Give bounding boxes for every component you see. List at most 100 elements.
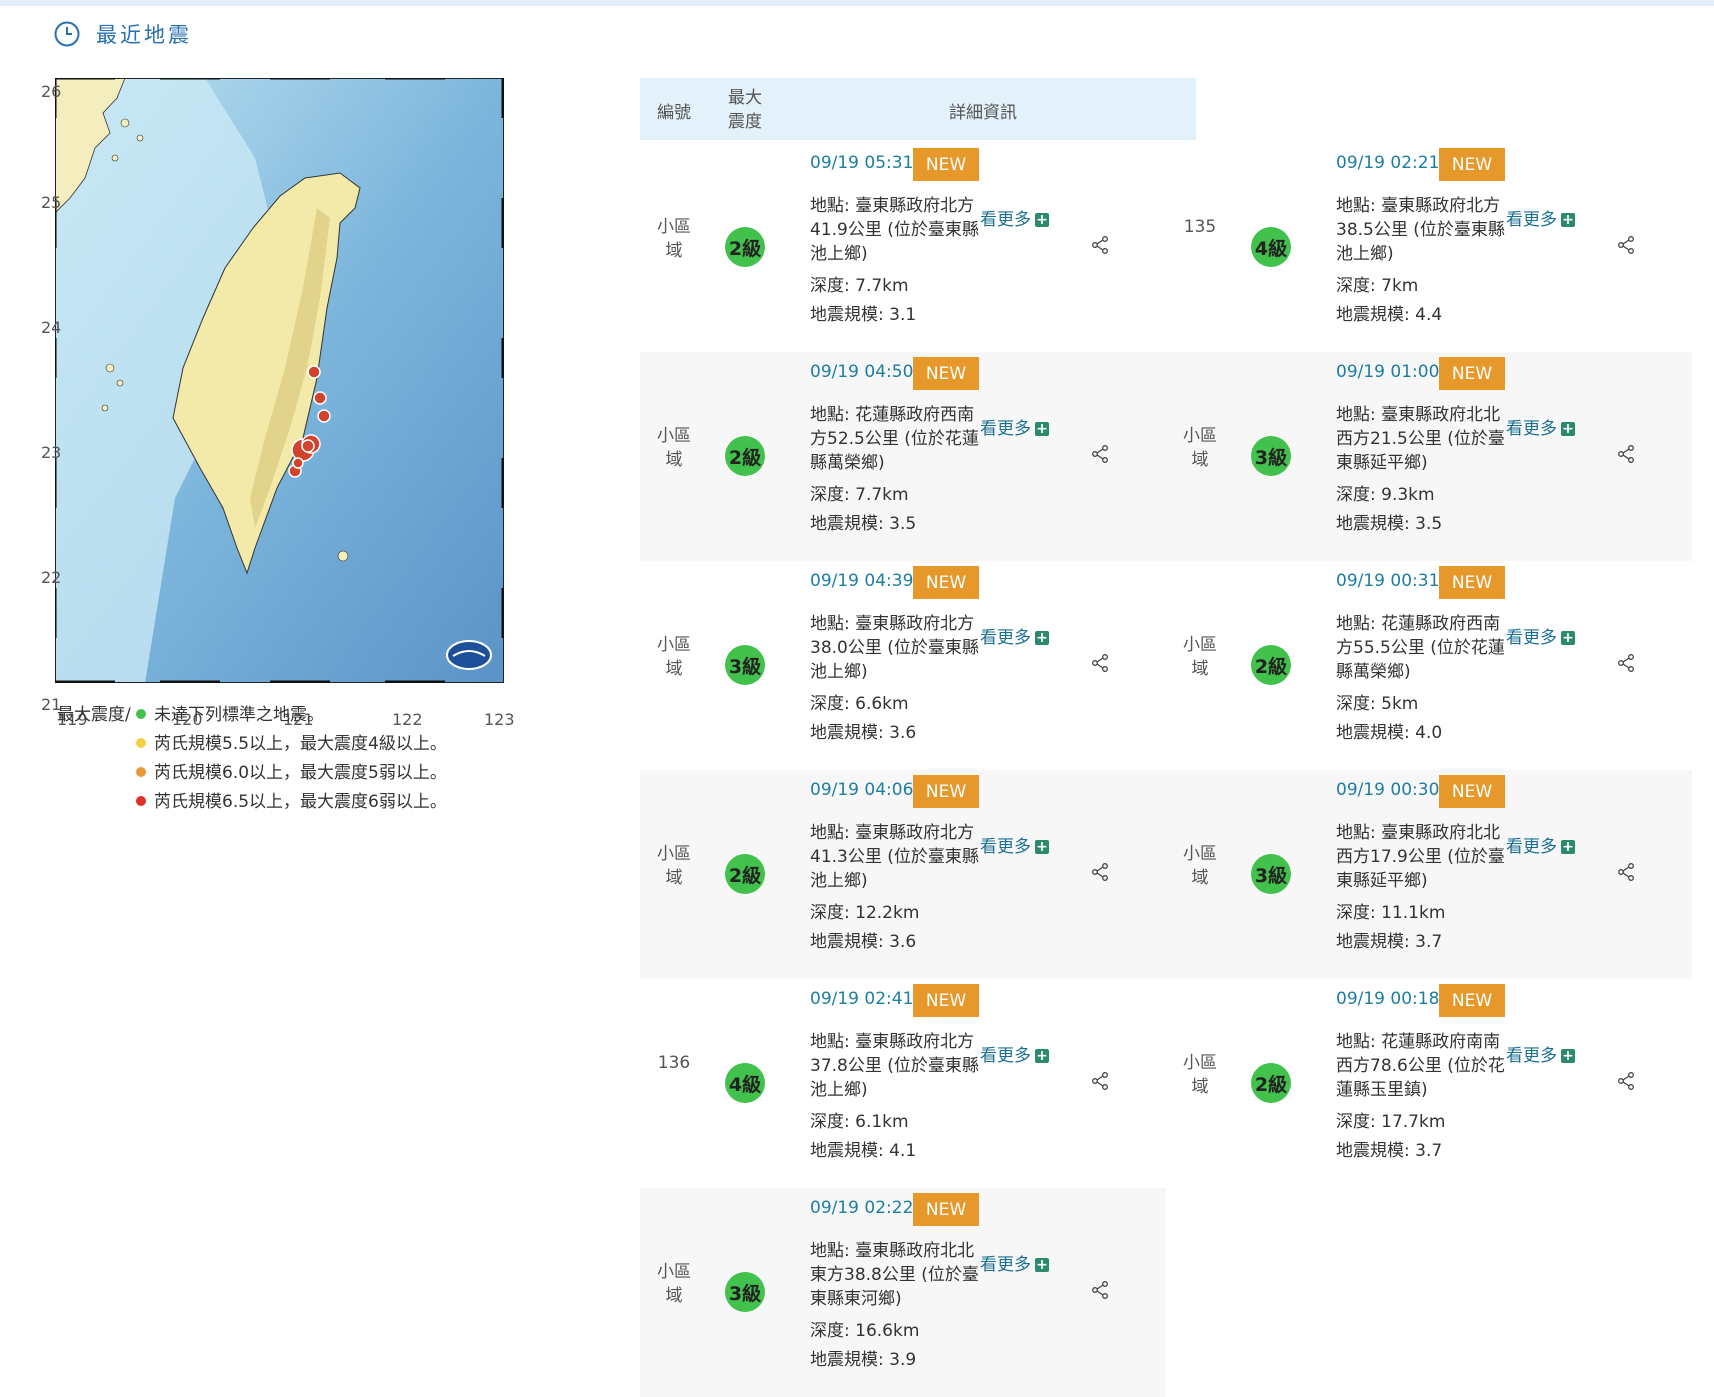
quake-depth: 深度: 6.6km xyxy=(810,694,909,714)
lon-label: 123 xyxy=(484,710,515,729)
earthquake-item[interactable]: 小區域 3級 09/19 01:00 NEW 地點: 臺東縣政府北北西方21.5… xyxy=(1166,352,1692,561)
see-more-link[interactable]: 看更多 + xyxy=(1506,414,1575,439)
earthquake-item[interactable]: 135 4級 09/19 02:21 NEW 地點: 臺東縣政府北方38.5公里… xyxy=(1166,143,1692,352)
quake-id: 小區域 xyxy=(1183,1053,1217,1097)
quake-id: 小區域 xyxy=(1183,635,1217,679)
intensity-badge: 2級 xyxy=(725,436,765,476)
see-more-link[interactable]: 看更多 + xyxy=(1506,832,1575,857)
see-more-link[interactable]: 看更多 + xyxy=(980,414,1049,439)
quake-id: 小區域 xyxy=(657,635,691,679)
share-icon[interactable] xyxy=(1090,444,1110,464)
quake-time: 09/19 04:06 xyxy=(810,780,914,800)
plus-icon: + xyxy=(1561,630,1575,646)
share-icon[interactable] xyxy=(1090,235,1110,255)
share-icon[interactable] xyxy=(1090,862,1110,882)
see-more-link[interactable]: 看更多 + xyxy=(1506,205,1575,230)
earthquake-item[interactable]: 小區域 2級 09/19 04:06 NEW 地點: 臺東縣政府北方41.3公里… xyxy=(640,770,1166,979)
quake-magnitude: 地震規模: 3.5 xyxy=(810,514,917,534)
quake-id: 小區域 xyxy=(657,426,691,470)
quake-depth: 深度: 12.2km xyxy=(810,903,920,923)
quake-depth: 深度: 17.7km xyxy=(1336,1112,1446,1132)
see-more-link[interactable]: 看更多 + xyxy=(980,832,1049,857)
quake-time: 09/19 00:31 xyxy=(1336,571,1440,591)
legend-dot xyxy=(136,709,146,719)
earthquake-item[interactable]: 小區域 2級 09/19 00:31 NEW 地點: 花蓮縣政府西南方55.5公… xyxy=(1166,561,1692,770)
quake-location: 地點: 臺東縣政府北方37.8公里 (位於臺東縣池上鄉) xyxy=(810,1032,979,1100)
quake-depth: 深度: 16.6km xyxy=(810,1321,920,1341)
quake-location: 地點: 花蓮縣政府西南方55.5公里 (位於花蓮縣萬榮鄉) xyxy=(1336,614,1505,682)
lat-label: 22 xyxy=(41,568,62,587)
earthquake-item[interactable]: 小區域 2級 09/19 04:50 NEW 地點: 花蓮縣政府西南方52.5公… xyxy=(640,352,1166,561)
see-more-link[interactable]: 看更多 + xyxy=(1506,623,1575,648)
legend-item: 未達下列標準之地震。 xyxy=(136,700,324,725)
earthquake-item[interactable]: 136 4級 09/19 02:41 NEW 地點: 臺東縣政府北方37.8公里… xyxy=(640,979,1166,1188)
new-badge: NEW xyxy=(1439,984,1505,1017)
legend-title: 最大震度/ xyxy=(57,705,131,725)
quake-location: 地點: 臺東縣政府北北西方21.5公里 (位於臺東縣延平鄉) xyxy=(1336,405,1505,473)
plus-icon: + xyxy=(1035,1048,1049,1064)
quake-magnitude: 地震規模: 3.5 xyxy=(1336,514,1443,534)
see-more-link[interactable]: 看更多 + xyxy=(980,623,1049,648)
quake-location: 地點: 臺東縣政府北方38.0公里 (位於臺東縣池上鄉) xyxy=(810,614,979,682)
intensity-badge: 3級 xyxy=(1251,854,1291,894)
lat-label: 23 xyxy=(41,443,62,462)
plus-icon: + xyxy=(1561,421,1575,437)
plus-icon: + xyxy=(1561,1048,1575,1064)
share-icon[interactable] xyxy=(1090,653,1110,673)
quake-id: 小區域 xyxy=(1183,426,1217,470)
legend-dot xyxy=(136,796,146,806)
intensity-badge: 2級 xyxy=(1251,645,1291,685)
lat-label: 26 xyxy=(41,82,62,101)
share-icon[interactable] xyxy=(1090,1071,1110,1091)
earthquake-item[interactable]: 小區域 3級 09/19 04:39 NEW 地點: 臺東縣政府北方38.0公里… xyxy=(640,561,1166,770)
earthquake-item[interactable]: 小區域 2級 09/19 00:18 NEW 地點: 花蓮縣政府南南西方78.6… xyxy=(1166,979,1692,1188)
quake-depth: 深度: 5km xyxy=(1336,694,1419,714)
new-badge: NEW xyxy=(1439,357,1505,390)
intensity-badge: 3級 xyxy=(725,1272,765,1312)
earthquake-item[interactable]: 小區域 3級 09/19 02:22 NEW 地點: 臺東縣政府北北東方38.8… xyxy=(640,1188,1166,1397)
share-icon[interactable] xyxy=(1616,444,1636,464)
plus-icon: + xyxy=(1561,839,1575,855)
share-icon[interactable] xyxy=(1090,1280,1110,1300)
quake-time: 09/19 05:31 xyxy=(810,153,914,173)
quake-time: 09/19 00:30 xyxy=(1336,780,1440,800)
new-badge: NEW xyxy=(913,984,979,1017)
legend-dot xyxy=(136,767,146,777)
quake-depth: 深度: 7.7km xyxy=(810,485,909,505)
quake-time: 09/19 01:00 xyxy=(1336,362,1440,382)
see-more-link[interactable]: 看更多 + xyxy=(980,1250,1049,1275)
lon-label: 122 xyxy=(392,710,423,729)
share-icon[interactable] xyxy=(1616,1071,1636,1091)
quake-id: 135 xyxy=(1183,217,1217,237)
see-more-link[interactable]: 看更多 + xyxy=(980,205,1049,230)
intensity-badge: 3級 xyxy=(725,645,765,685)
see-more-link[interactable]: 看更多 + xyxy=(980,1041,1049,1066)
lat-label: 25 xyxy=(41,193,62,212)
see-more-link[interactable]: 看更多 + xyxy=(1506,1041,1575,1066)
share-icon[interactable] xyxy=(1616,862,1636,882)
quake-location: 地點: 臺東縣政府北方41.9公里 (位於臺東縣池上鄉) xyxy=(810,196,979,264)
new-badge: NEW xyxy=(913,357,979,390)
earthquake-item[interactable]: 小區域 3級 09/19 00:30 NEW 地點: 臺東縣政府北北西方17.9… xyxy=(1166,770,1692,979)
header-id: 編號 xyxy=(657,103,691,123)
quake-time: 09/19 02:21 xyxy=(1336,153,1440,173)
quake-depth: 深度: 11.1km xyxy=(1336,903,1446,923)
quake-magnitude: 地震規模: 3.7 xyxy=(1336,932,1443,952)
share-icon[interactable] xyxy=(1616,235,1636,255)
quake-location: 地點: 臺東縣政府北北西方17.9公里 (位於臺東縣延平鄉) xyxy=(1336,823,1505,891)
quake-id: 136 xyxy=(657,1053,691,1073)
new-badge: NEW xyxy=(1439,566,1505,599)
legend-item: 芮氏規模6.0以上，最大震度5弱以上。 xyxy=(136,758,447,783)
quake-magnitude: 地震規模: 3.9 xyxy=(810,1350,917,1370)
quake-id: 小區域 xyxy=(657,844,691,888)
quake-depth: 深度: 9.3km xyxy=(1336,485,1435,505)
earthquake-item[interactable]: 小區域 2級 09/19 05:31 NEW 地點: 臺東縣政府北方41.9公里… xyxy=(640,143,1166,352)
quake-time: 09/19 02:41 xyxy=(810,989,914,1009)
quake-location: 地點: 臺東縣政府北北東方38.8公里 (位於臺東縣東河鄉) xyxy=(810,1241,979,1309)
quake-location: 地點: 臺東縣政府北方41.3公里 (位於臺東縣池上鄉) xyxy=(810,823,979,891)
earthquake-map[interactable] xyxy=(55,78,504,683)
share-icon[interactable] xyxy=(1616,653,1636,673)
quake-magnitude: 地震規模: 4.4 xyxy=(1336,305,1443,325)
quake-location: 地點: 花蓮縣政府西南方52.5公里 (位於花蓮縣萬榮鄉) xyxy=(810,405,979,473)
quake-id: 小區域 xyxy=(1183,844,1217,888)
